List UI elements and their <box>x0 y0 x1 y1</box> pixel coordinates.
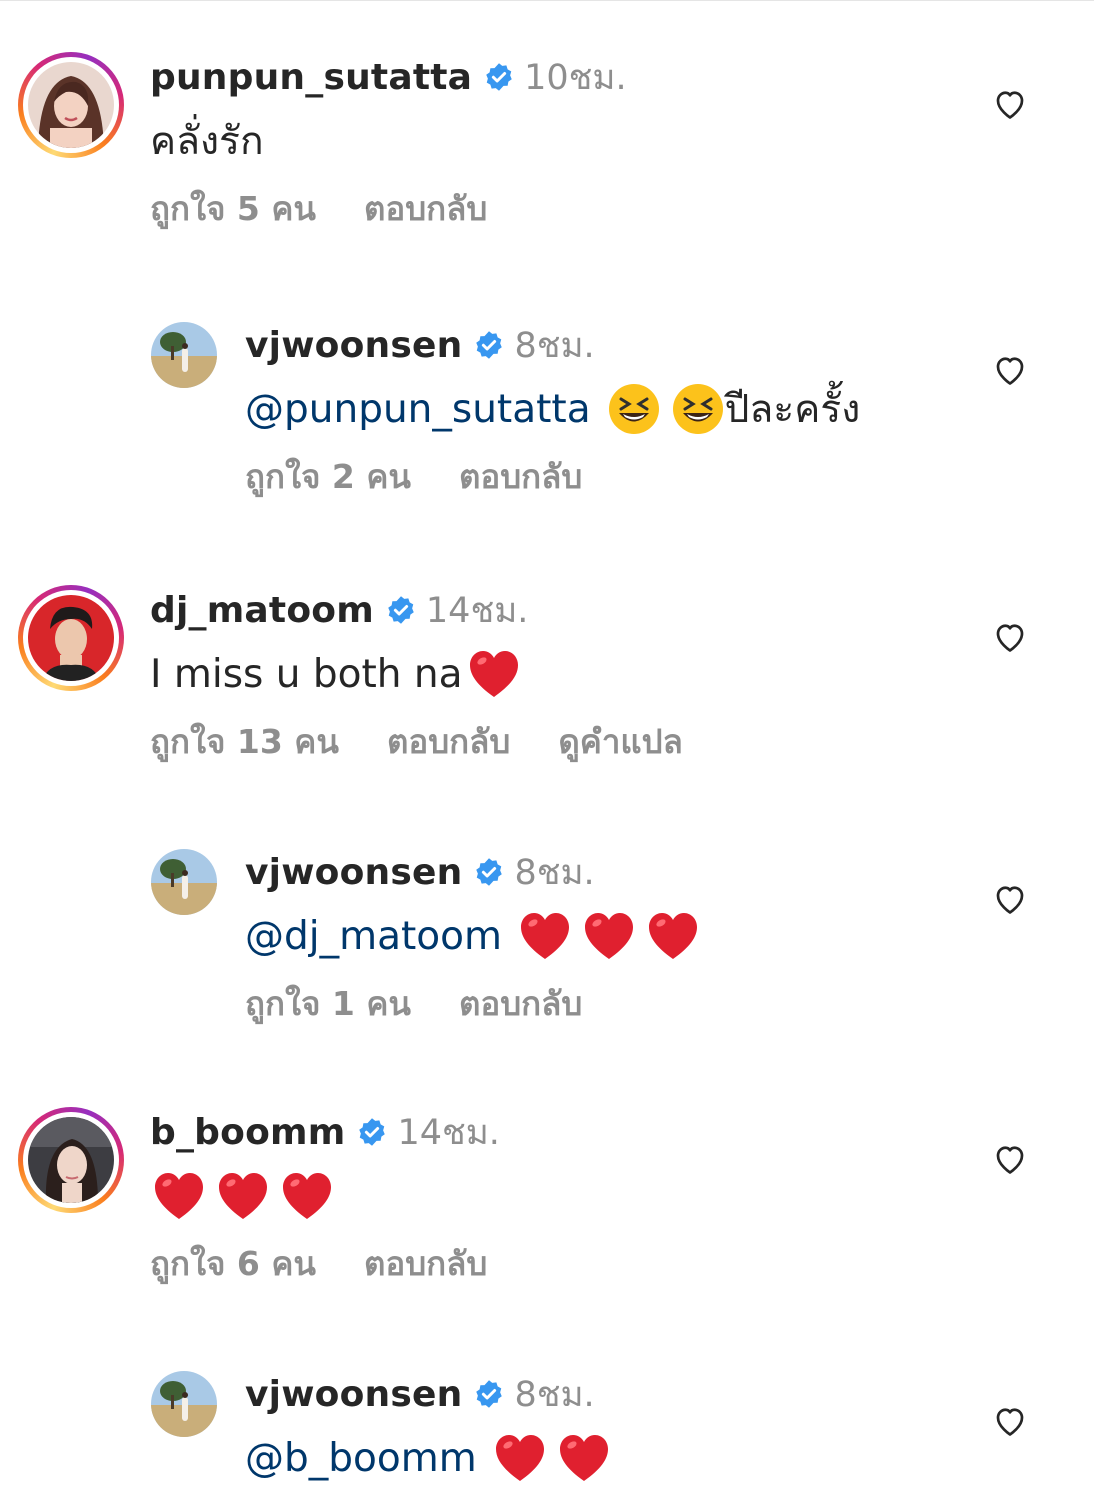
red-heart-emoji <box>216 1169 270 1223</box>
verified-badge-icon <box>474 330 504 360</box>
username[interactable]: vjwoonsen <box>245 1374 462 1415</box>
laughing-emoji <box>671 382 725 436</box>
story-ring[interactable] <box>18 52 124 158</box>
red-heart-emoji <box>557 1431 611 1485</box>
heart-outline-icon[interactable] <box>992 619 1028 655</box>
heart-outline-icon[interactable] <box>992 881 1028 917</box>
mention-link[interactable]: @dj_matoom <box>245 914 502 959</box>
comment-timestamp: 14ชม. <box>397 1112 500 1153</box>
reply-button[interactable]: ตอบกลับ <box>364 182 487 235</box>
red-heart-emoji <box>646 909 700 963</box>
reply-button[interactable]: ตอบกลับ <box>387 715 510 768</box>
translate-button[interactable]: ดูคำแปล <box>558 715 682 768</box>
woman-car-avatar[interactable] <box>28 1117 114 1203</box>
comment-timestamp: 8ชม. <box>514 1374 595 1415</box>
story-ring[interactable] <box>18 1107 124 1213</box>
comment-text: ปีละครั้ง <box>724 387 861 432</box>
username[interactable]: vjwoonsen <box>245 852 462 893</box>
laughing-emoji <box>607 382 661 436</box>
man-portrait-avatar[interactable] <box>28 595 114 681</box>
comment-timestamp: 14ชม. <box>425 590 529 631</box>
comment-text: คลั่งรัก <box>150 119 264 164</box>
comment-text: I miss u both na <box>150 651 463 697</box>
username[interactable]: vjwoonsen <box>245 325 462 366</box>
divider <box>0 0 1094 1</box>
story-ring[interactable] <box>18 585 124 691</box>
verified-badge-icon <box>474 857 504 887</box>
red-heart-emoji <box>582 909 636 963</box>
comment-timestamp: 8ชม. <box>514 852 595 893</box>
likes-count[interactable]: ถูกใจ 2 คน <box>245 450 411 503</box>
red-heart-emoji <box>152 1169 206 1223</box>
mention-link[interactable]: @b_boomm <box>245 1436 477 1481</box>
red-heart-emoji <box>467 647 521 701</box>
comment-timestamp: 10ชม. <box>524 57 627 98</box>
verified-badge-icon <box>474 1379 504 1409</box>
comments-list: punpun_sutatta 10ชม. คลั่งรัก ถูกใจ 5 คน… <box>0 0 1094 1498</box>
username[interactable]: punpun_sutatta <box>150 57 472 98</box>
reply-button[interactable]: ตอบกลับ <box>364 1237 487 1290</box>
field-tree-avatar[interactable] <box>151 322 217 388</box>
username[interactable]: dj_matoom <box>150 590 374 631</box>
woman-portrait-avatar[interactable] <box>28 62 114 148</box>
comment-timestamp: 8ชม. <box>514 325 595 366</box>
verified-badge-icon <box>386 595 416 625</box>
verified-badge-icon <box>357 1117 387 1147</box>
likes-count[interactable]: ถูกใจ 5 คน <box>150 182 316 235</box>
username[interactable]: b_boomm <box>150 1112 345 1153</box>
likes-count[interactable]: ถูกใจ 6 คน <box>150 1237 316 1290</box>
heart-outline-icon[interactable] <box>992 1141 1028 1177</box>
reply-button[interactable]: ตอบกลับ <box>459 450 582 503</box>
red-heart-emoji <box>280 1169 334 1223</box>
heart-outline-icon[interactable] <box>992 352 1028 388</box>
mention-link[interactable]: @punpun_sutatta <box>245 387 591 432</box>
reply-button[interactable]: ตอบกลับ <box>459 977 582 1030</box>
red-heart-emoji <box>493 1431 547 1485</box>
heart-outline-icon[interactable] <box>992 1403 1028 1439</box>
heart-outline-icon[interactable] <box>992 86 1028 122</box>
likes-count[interactable]: ถูกใจ 1 คน <box>245 977 411 1030</box>
likes-count[interactable]: ถูกใจ 13 คน <box>150 715 339 768</box>
red-heart-emoji <box>518 909 572 963</box>
verified-badge-icon <box>484 62 514 92</box>
field-tree-avatar[interactable] <box>151 1371 217 1437</box>
field-tree-avatar[interactable] <box>151 849 217 915</box>
